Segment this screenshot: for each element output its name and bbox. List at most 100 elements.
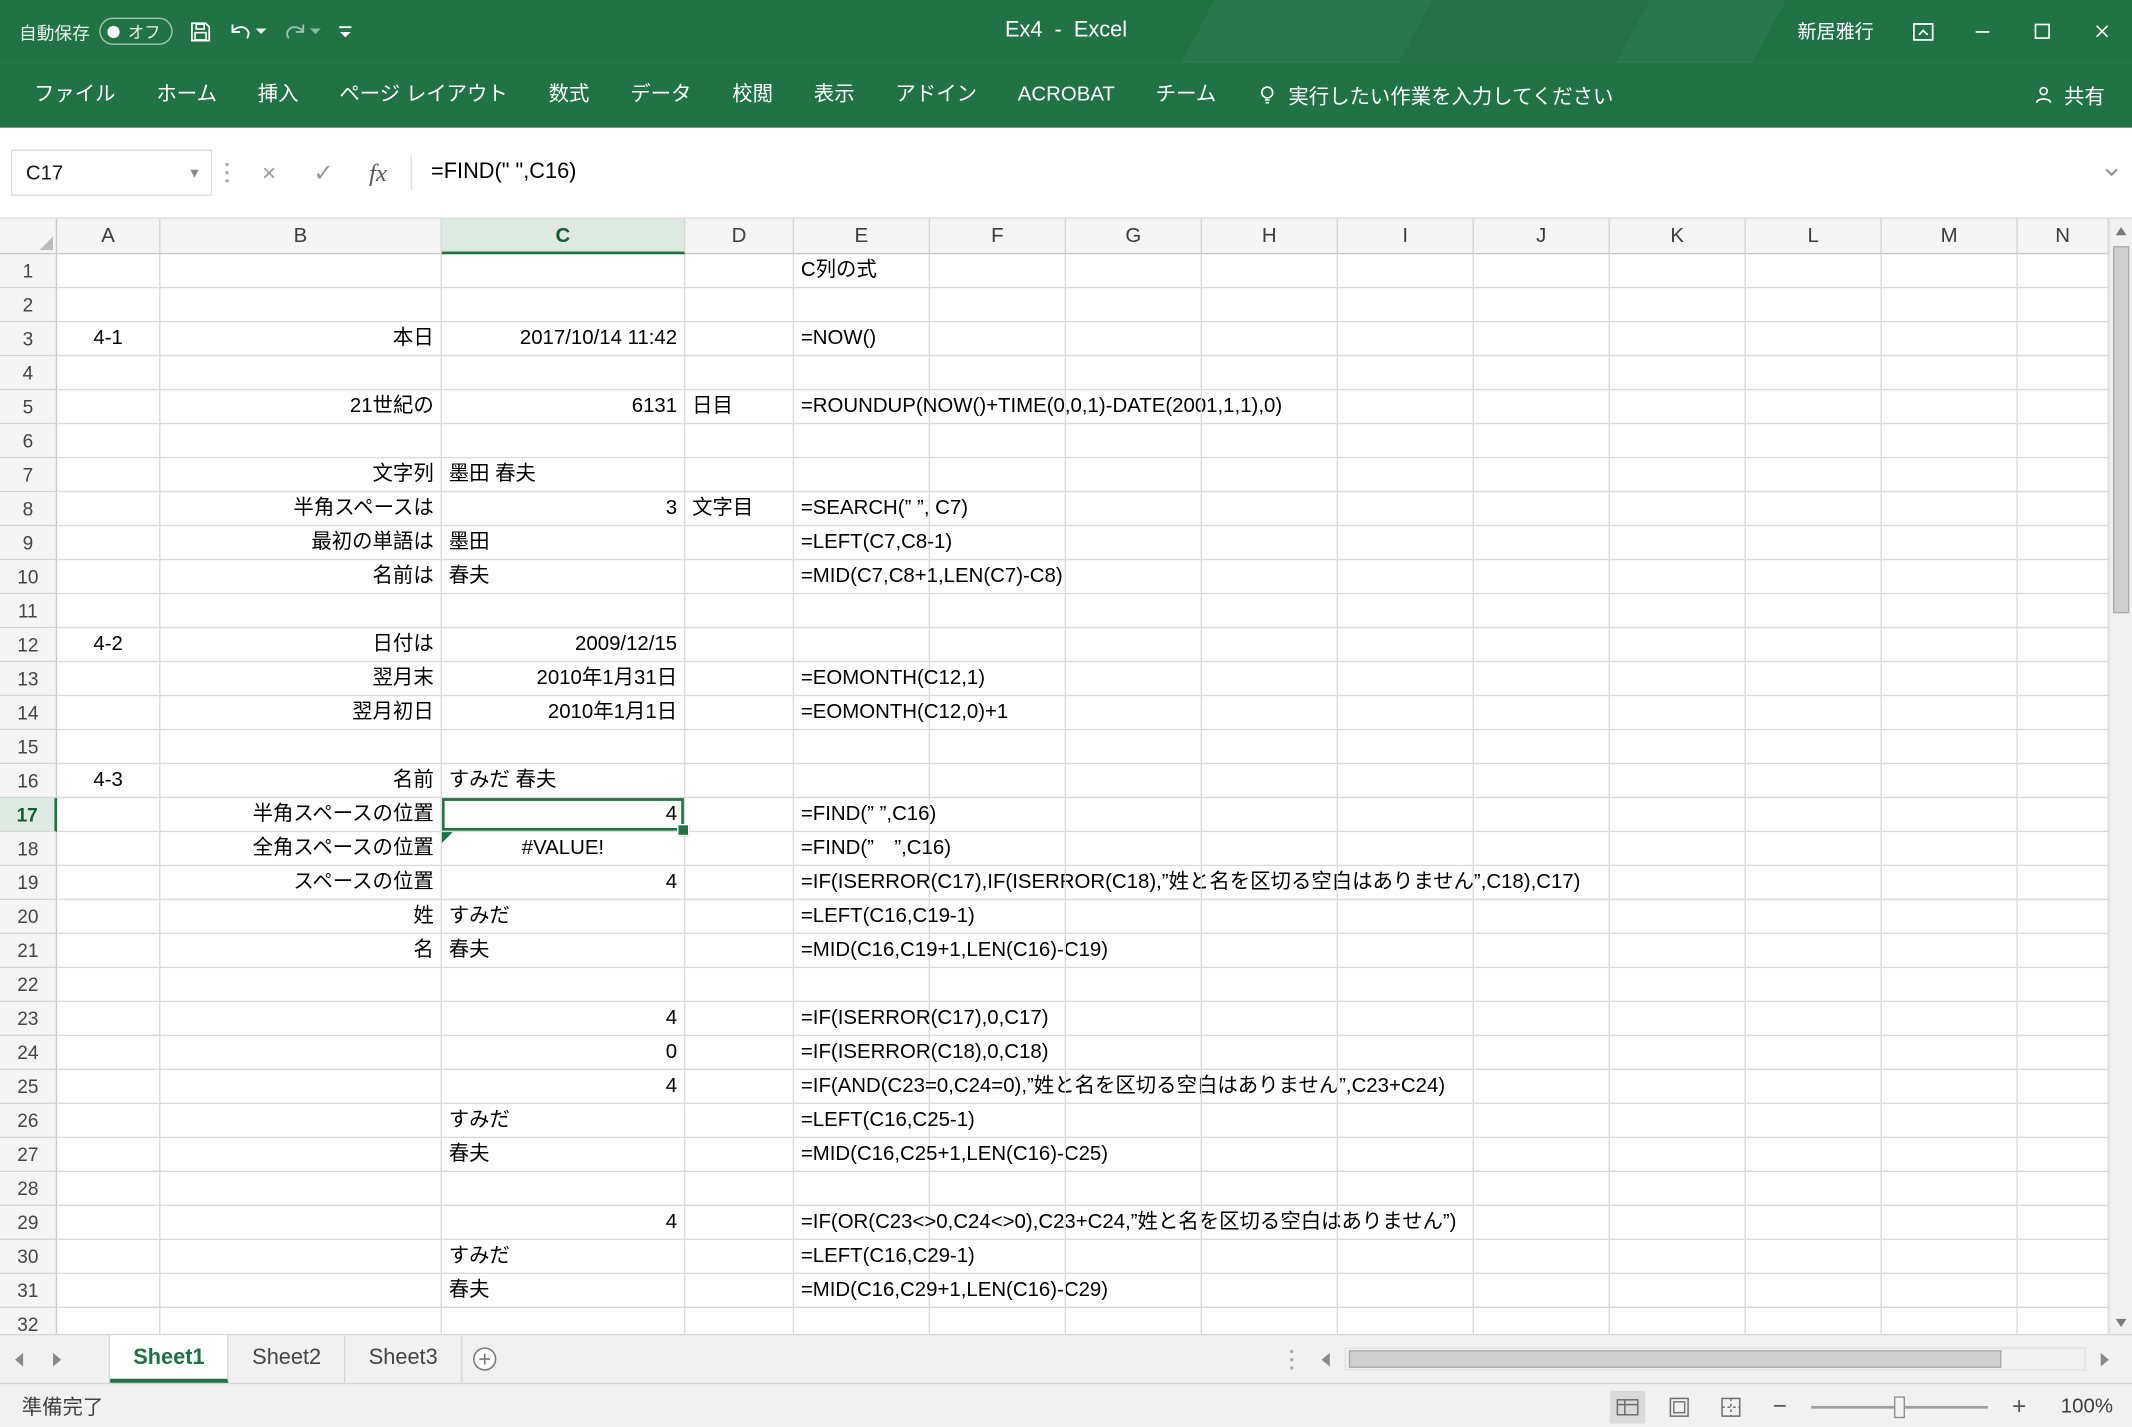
- cell-H18[interactable]: [1202, 832, 1338, 866]
- cell-D13[interactable]: [685, 662, 794, 696]
- cell-E12[interactable]: [794, 628, 930, 662]
- row-header-24[interactable]: 24: [0, 1036, 57, 1070]
- new-sheet-button[interactable]: [462, 1335, 508, 1383]
- cell-N8[interactable]: [2018, 492, 2109, 526]
- cell-L14[interactable]: [1746, 696, 1882, 730]
- cell-B2[interactable]: [160, 288, 441, 322]
- cell-B20[interactable]: 姓: [160, 900, 441, 934]
- cell-D30[interactable]: [685, 1240, 794, 1274]
- cell-H19[interactable]: [1202, 866, 1338, 900]
- cell-C8[interactable]: 3: [442, 492, 685, 526]
- cell-I12[interactable]: [1338, 628, 1474, 662]
- cell-B18[interactable]: 全角スペースの位置: [160, 832, 441, 866]
- cell-K8[interactable]: [1610, 492, 1746, 526]
- cell-J25[interactable]: [1474, 1070, 1610, 1104]
- cell-G5[interactable]: [1066, 390, 1202, 424]
- cell-E28[interactable]: [794, 1172, 930, 1206]
- cell-C26[interactable]: すみだ: [442, 1104, 685, 1138]
- cell-A31[interactable]: [57, 1274, 160, 1308]
- cell-A32[interactable]: [57, 1308, 160, 1334]
- column-header-C[interactable]: C: [442, 219, 685, 254]
- cell-N5[interactable]: [2018, 390, 2109, 424]
- cell-C25[interactable]: 4: [442, 1070, 685, 1104]
- cell-H6[interactable]: [1202, 424, 1338, 458]
- cell-B4[interactable]: [160, 356, 441, 390]
- cell-D32[interactable]: [685, 1308, 794, 1334]
- cell-D9[interactable]: [685, 526, 794, 560]
- cell-A20[interactable]: [57, 900, 160, 934]
- cell-E31[interactable]: =MID(C16,C29+1,LEN(C16)-C29): [794, 1274, 930, 1308]
- cell-G27[interactable]: [1066, 1138, 1202, 1172]
- cell-F30[interactable]: [930, 1240, 1066, 1274]
- cell-E2[interactable]: [794, 288, 930, 322]
- cell-E15[interactable]: [794, 730, 930, 764]
- cell-H30[interactable]: [1202, 1240, 1338, 1274]
- cell-L16[interactable]: [1746, 764, 1882, 798]
- cell-K13[interactable]: [1610, 662, 1746, 696]
- cell-I27[interactable]: [1338, 1138, 1474, 1172]
- cell-L30[interactable]: [1746, 1240, 1882, 1274]
- cell-G3[interactable]: [1066, 322, 1202, 356]
- cell-G2[interactable]: [1066, 288, 1202, 322]
- cell-A12[interactable]: 4-2: [57, 628, 160, 662]
- scroll-left-button[interactable]: [1312, 1347, 1339, 1370]
- cell-H3[interactable]: [1202, 322, 1338, 356]
- tell-me-box[interactable]: 実行したい作業を入力してください: [1256, 81, 1614, 110]
- cell-H10[interactable]: [1202, 560, 1338, 594]
- cell-E7[interactable]: [794, 458, 930, 492]
- cell-M23[interactable]: [1882, 1002, 2018, 1036]
- cell-J3[interactable]: [1474, 322, 1610, 356]
- cell-M14[interactable]: [1882, 696, 2018, 730]
- cell-M5[interactable]: [1882, 390, 2018, 424]
- cell-B8[interactable]: 半角スペースは: [160, 492, 441, 526]
- cell-F27[interactable]: [930, 1138, 1066, 1172]
- cell-M9[interactable]: [1882, 526, 2018, 560]
- view-page-break-button[interactable]: [1713, 1390, 1748, 1423]
- cell-M17[interactable]: [1882, 798, 2018, 832]
- cell-A23[interactable]: [57, 1002, 160, 1036]
- cell-L19[interactable]: [1746, 866, 1882, 900]
- cell-B6[interactable]: [160, 424, 441, 458]
- cell-C10[interactable]: 春夫: [442, 560, 685, 594]
- cell-H16[interactable]: [1202, 764, 1338, 798]
- cell-I14[interactable]: [1338, 696, 1474, 730]
- autosave-toggle[interactable]: 自動保存 オフ: [19, 18, 173, 45]
- cell-E3[interactable]: =NOW(): [794, 322, 930, 356]
- cell-E19[interactable]: =IF(ISERROR(C17),IF(ISERROR(C18),”姓と名を区切…: [794, 866, 930, 900]
- cell-H24[interactable]: [1202, 1036, 1338, 1070]
- column-header-N[interactable]: N: [2018, 219, 2109, 254]
- cell-B17[interactable]: 半角スペースの位置: [160, 798, 441, 832]
- cell-I13[interactable]: [1338, 662, 1474, 696]
- cell-G30[interactable]: [1066, 1240, 1202, 1274]
- cell-N16[interactable]: [2018, 764, 2109, 798]
- cell-C2[interactable]: [442, 288, 685, 322]
- row-header-11[interactable]: 11: [0, 594, 57, 628]
- row-header-14[interactable]: 14: [0, 696, 57, 730]
- horizontal-scrollbar-thumb[interactable]: [1349, 1350, 2002, 1368]
- cell-K9[interactable]: [1610, 526, 1746, 560]
- cell-L23[interactable]: [1746, 1002, 1882, 1036]
- cell-J32[interactable]: [1474, 1308, 1610, 1334]
- ribbon-tab-5[interactable]: データ: [610, 63, 712, 128]
- cell-N3[interactable]: [2018, 322, 2109, 356]
- cell-H29[interactable]: [1202, 1206, 1338, 1240]
- cell-E17[interactable]: =FIND(” ”,C16): [794, 798, 930, 832]
- cell-N21[interactable]: [2018, 934, 2109, 968]
- cell-F31[interactable]: [930, 1274, 1066, 1308]
- cell-F4[interactable]: [930, 356, 1066, 390]
- cell-C20[interactable]: すみだ: [442, 900, 685, 934]
- zoom-slider-thumb[interactable]: [1894, 1396, 1905, 1418]
- row-header-17[interactable]: 17: [0, 798, 57, 832]
- cell-D2[interactable]: [685, 288, 794, 322]
- cell-H11[interactable]: [1202, 594, 1338, 628]
- cell-I19[interactable]: [1338, 866, 1474, 900]
- column-header-E[interactable]: E: [794, 219, 930, 254]
- cell-M25[interactable]: [1882, 1070, 2018, 1104]
- cell-M6[interactable]: [1882, 424, 2018, 458]
- cell-J1[interactable]: [1474, 254, 1610, 288]
- cell-M21[interactable]: [1882, 934, 2018, 968]
- cell-I26[interactable]: [1338, 1104, 1474, 1138]
- cell-G20[interactable]: [1066, 900, 1202, 934]
- cell-E21[interactable]: =MID(C16,C19+1,LEN(C16)-C19): [794, 934, 930, 968]
- cell-K23[interactable]: [1610, 1002, 1746, 1036]
